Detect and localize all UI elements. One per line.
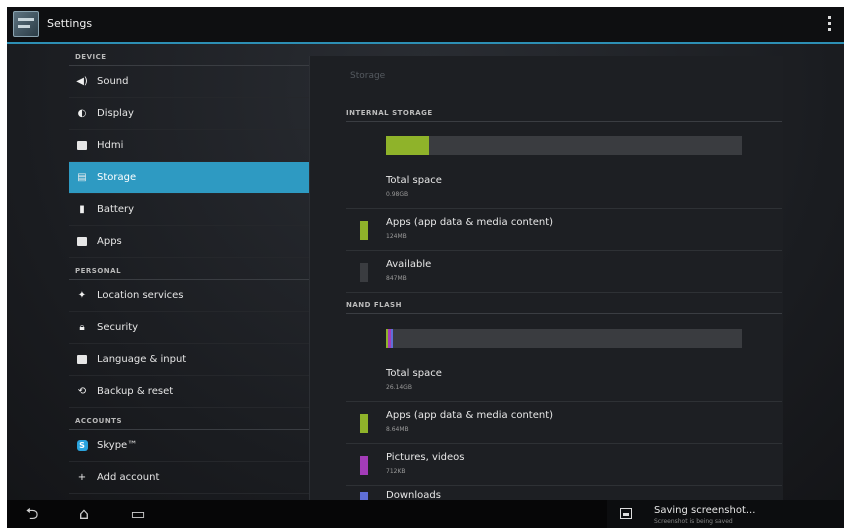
apps-color-swatch	[360, 414, 368, 433]
row-title: Apps (app data & media content)	[386, 410, 554, 421]
home-icon[interactable]: ⌂	[69, 504, 99, 524]
sidebar-item-label: Sound	[97, 76, 129, 87]
row-value: 712KB	[386, 468, 406, 475]
notification-title: Saving screenshot...	[654, 505, 756, 516]
downloads-color-swatch	[360, 492, 368, 500]
row-value: 8.64MB	[386, 426, 409, 433]
sidebar-item-label: Language & input	[97, 354, 187, 365]
nand-apps-row[interactable]: Apps (app data & media content) 8.64MB	[346, 402, 782, 444]
sidebar-item-label: Add account	[97, 472, 160, 483]
settings-app-icon[interactable]	[13, 11, 39, 37]
sidebar-item-label: Skype™	[97, 440, 138, 451]
sidebar-item-hdmi[interactable]: Hdmi	[69, 130, 309, 162]
plus-icon: +	[77, 472, 87, 483]
nand-pictures-row[interactable]: Pictures, videos 712KB	[346, 444, 782, 486]
available-color-swatch	[360, 263, 368, 282]
hdmi-icon	[75, 139, 89, 153]
sidebar-item-backup[interactable]: ⟲ Backup & reset	[69, 376, 309, 408]
row-title: Total space	[386, 175, 442, 186]
sidebar-item-label: Battery	[97, 204, 135, 215]
sidebar-item-label: Storage	[97, 172, 137, 183]
page-title: Storage	[350, 71, 386, 81]
sidebar-item-label: Apps	[97, 236, 122, 247]
sidebar-item-apps[interactable]: Apps	[69, 226, 309, 258]
sidebar-item-display[interactable]: ◐ Display	[69, 98, 309, 130]
section-header-personal: PERSONAL	[69, 258, 309, 280]
sidebar-item-label: Security	[97, 322, 139, 333]
display-icon: ◐	[77, 108, 87, 119]
app-title: Settings	[47, 17, 93, 30]
internal-used-fill	[386, 136, 429, 155]
notification-area[interactable]: Saving screenshot... Screenshot is being…	[607, 500, 844, 528]
sidebar-item-battery[interactable]: ▮ Battery	[69, 194, 309, 226]
sidebar-item-label: Location services	[97, 290, 184, 301]
section-header-device: DEVICE	[69, 44, 309, 66]
sidebar-item-storage[interactable]: ▤ Storage	[69, 162, 309, 194]
nand-storage-bar	[386, 329, 742, 348]
internal-storage-header: INTERNAL STORAGE	[346, 109, 782, 122]
nand-segment-2	[391, 329, 393, 348]
row-title: Apps (app data & media content)	[386, 217, 554, 228]
storage-icon: ▤	[77, 172, 87, 183]
sidebar-item-skype[interactable]: S Skype™	[69, 430, 309, 462]
sidebar-item-label: Backup & reset	[97, 386, 174, 397]
internal-total-row: Total space 0.98GB	[346, 167, 782, 209]
internal-apps-row[interactable]: Apps (app data & media content) 124MB	[346, 209, 782, 251]
skype-icon: S	[75, 439, 89, 453]
notification-subtitle: Screenshot is being saved	[654, 518, 733, 525]
speaker-icon: ◀)	[76, 76, 88, 87]
row-value: 124MB	[386, 233, 407, 240]
recent-apps-icon[interactable]: ▭	[123, 504, 153, 524]
sidebar-item-label: Display	[97, 108, 134, 119]
action-bar: Settings	[7, 7, 844, 44]
row-title: Available	[386, 259, 432, 270]
sidebar-item-sound[interactable]: ◀) Sound	[69, 66, 309, 98]
nand-flash-header: NAND FLASH	[346, 301, 782, 314]
section-header-accounts: ACCOUNTS	[69, 408, 309, 430]
backup-icon: ⟲	[77, 386, 87, 397]
location-icon: ✦	[77, 290, 87, 301]
row-title: Downloads	[386, 490, 441, 500]
apps-color-swatch	[360, 221, 368, 240]
overflow-menu-icon[interactable]	[828, 16, 832, 32]
back-icon[interactable]: ⮌	[17, 504, 47, 524]
row-title: Pictures, videos	[386, 452, 465, 463]
tablet-screen: Settings DEVICE ◀) Sound ◐ Display Hdmi …	[7, 7, 844, 528]
settings-sidebar: DEVICE ◀) Sound ◐ Display Hdmi ▤ Storage…	[69, 44, 309, 500]
apps-icon	[75, 235, 89, 249]
sidebar-item-language[interactable]: Language & input	[69, 344, 309, 376]
nand-downloads-row[interactable]: Downloads	[346, 486, 782, 500]
row-value: 26.14GB	[386, 384, 412, 391]
internal-available-row: Available 847MB	[346, 251, 782, 293]
row-value: 0.98GB	[386, 191, 409, 198]
sidebar-item-security[interactable]: 🔒︎ Security	[69, 312, 309, 344]
sidebar-item-label: Hdmi	[97, 140, 124, 151]
sidebar-item-location[interactable]: ✦ Location services	[69, 280, 309, 312]
lock-icon: 🔒︎	[79, 322, 85, 333]
settings-content: DEVICE ◀) Sound ◐ Display Hdmi ▤ Storage…	[7, 44, 844, 500]
screenshot-icon	[620, 508, 632, 519]
pictures-color-swatch	[360, 456, 368, 475]
row-value: 847MB	[386, 275, 407, 282]
internal-storage-bar	[386, 136, 742, 155]
storage-pane: Storage INTERNAL STORAGE Total space 0.9…	[309, 56, 783, 500]
keyboard-icon	[75, 353, 89, 367]
battery-icon: ▮	[79, 204, 85, 215]
sidebar-item-add-account[interactable]: + Add account	[69, 462, 309, 494]
nand-total-row: Total space 26.14GB	[346, 360, 782, 402]
row-title: Total space	[386, 368, 442, 379]
system-navigation-bar: ⮌ ⌂ ▭ Saving screenshot... Screenshot is…	[7, 500, 844, 528]
